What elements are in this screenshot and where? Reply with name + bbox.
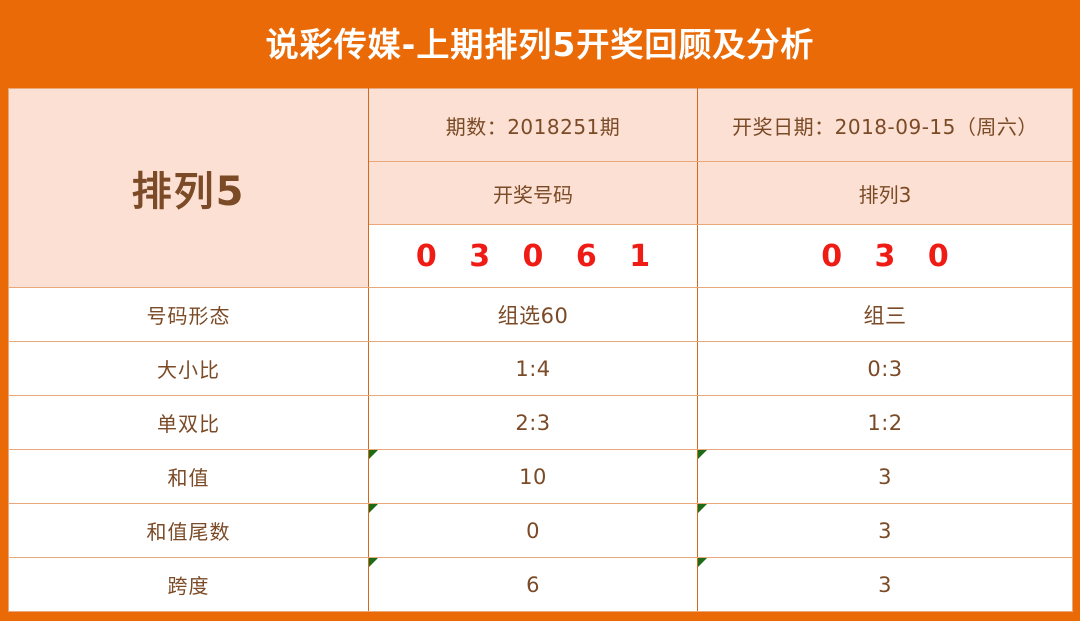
draw-date-label: 开奖日期：2018-09-15（周六） bbox=[732, 114, 1038, 139]
issue-cell: 期数：2018251期 bbox=[368, 88, 698, 162]
row-p5-value: 10 bbox=[519, 464, 547, 489]
row-p5-value-cell: 组选60 bbox=[368, 287, 698, 342]
row-label: 号码形态 bbox=[146, 304, 231, 328]
row-p3-value: 3 bbox=[878, 464, 892, 489]
table-row: 和值 10 3 bbox=[8, 449, 1073, 504]
row-p3-value-cell: 3 bbox=[697, 503, 1073, 558]
p5-numbers-cell: 0 3 0 6 1 bbox=[368, 224, 698, 288]
row-p5-value: 0 bbox=[526, 518, 540, 543]
lottery-summary-page: 说彩传媒-上期排列5开奖回顾及分析 排列5 期数：2018251期 开奖日期：2… bbox=[0, 0, 1080, 621]
row-label-cell: 大小比 bbox=[8, 341, 369, 396]
table-row: 跨度 6 3 bbox=[8, 557, 1073, 612]
draw-date-cell: 开奖日期：2018-09-15（周六） bbox=[697, 88, 1073, 162]
page-title: 说彩传媒-上期排列5开奖回顾及分析 bbox=[265, 24, 815, 64]
row-p3-value-cell: 1:2 bbox=[697, 395, 1073, 450]
row-label-cell: 和值尾数 bbox=[8, 503, 369, 558]
row-p3-value-cell: 3 bbox=[697, 449, 1073, 504]
table-row: 和值尾数 0 3 bbox=[8, 503, 1073, 558]
comment-marker-icon bbox=[698, 504, 707, 513]
comment-marker-icon bbox=[698, 558, 707, 567]
row-label: 和值尾数 bbox=[146, 520, 231, 544]
row-p5-value-cell: 10 bbox=[368, 449, 698, 504]
row-p5-value-cell: 2:3 bbox=[368, 395, 698, 450]
row-label-cell: 号码形态 bbox=[8, 287, 369, 342]
table-body: 排列5 期数：2018251期 开奖日期：2018-09-15（周六） 开奖号码… bbox=[8, 88, 1073, 612]
row-label-cell: 单双比 bbox=[8, 395, 369, 450]
row-p3-value-cell: 3 bbox=[697, 557, 1073, 612]
brand-label: 排列5 bbox=[131, 169, 246, 215]
col3-header-cell: 排列3 bbox=[697, 161, 1073, 225]
table-row-issue: 排列5 期数：2018251期 开奖日期：2018-09-15（周六） bbox=[8, 88, 1073, 288]
table-row: 大小比 1:4 0:3 bbox=[8, 341, 1073, 396]
issue-label: 期数：2018251期 bbox=[445, 114, 621, 139]
p3-winning-numbers: 0 3 0 bbox=[821, 238, 960, 274]
row-label-cell: 跨度 bbox=[8, 557, 369, 612]
page-title-bar: 说彩传媒-上期排列5开奖回顾及分析 bbox=[0, 0, 1080, 88]
row-p3-value: 3 bbox=[878, 572, 892, 597]
comment-marker-icon bbox=[369, 450, 378, 459]
table-row: 号码形态 组选60 组三 bbox=[8, 287, 1073, 342]
row-label: 单双比 bbox=[157, 412, 220, 436]
p5-winning-numbers: 0 3 0 6 1 bbox=[415, 238, 662, 274]
row-p5-value-cell: 0 bbox=[368, 503, 698, 558]
row-p3-value-cell: 组三 bbox=[697, 287, 1073, 342]
row-p3-value: 1:2 bbox=[867, 410, 903, 435]
table-row: 单双比 2:3 1:2 bbox=[8, 395, 1073, 450]
row-p5-value-cell: 6 bbox=[368, 557, 698, 612]
row-label: 大小比 bbox=[157, 358, 220, 382]
row-label-cell: 和值 bbox=[8, 449, 369, 504]
row-label: 跨度 bbox=[167, 574, 210, 598]
row-p5-value: 组选60 bbox=[497, 303, 569, 328]
comment-marker-icon bbox=[369, 504, 378, 513]
col2-header-label: 开奖号码 bbox=[493, 182, 573, 207]
comment-marker-icon bbox=[369, 558, 378, 567]
lottery-results-table-wrapper: 排列5 期数：2018251期 开奖日期：2018-09-15（周六） 开奖号码… bbox=[8, 88, 1073, 612]
comment-marker-icon bbox=[698, 450, 707, 459]
lottery-results-table: 排列5 期数：2018251期 开奖日期：2018-09-15（周六） 开奖号码… bbox=[8, 88, 1073, 612]
p3-numbers-cell: 0 3 0 bbox=[697, 224, 1073, 288]
brand-cell: 排列5 bbox=[8, 88, 369, 288]
row-p5-value-cell: 1:4 bbox=[368, 341, 698, 396]
row-p5-value: 1:4 bbox=[515, 356, 551, 381]
row-p5-value: 6 bbox=[526, 572, 540, 597]
col3-header-label: 排列3 bbox=[858, 182, 912, 207]
row-p3-value: 3 bbox=[878, 518, 892, 543]
row-label: 和值 bbox=[167, 466, 210, 490]
col2-header-cell: 开奖号码 bbox=[368, 161, 698, 225]
row-p3-value-cell: 0:3 bbox=[697, 341, 1073, 396]
row-p3-value: 组三 bbox=[863, 303, 907, 328]
row-p3-value: 0:3 bbox=[867, 356, 903, 381]
row-p5-value: 2:3 bbox=[515, 410, 551, 435]
